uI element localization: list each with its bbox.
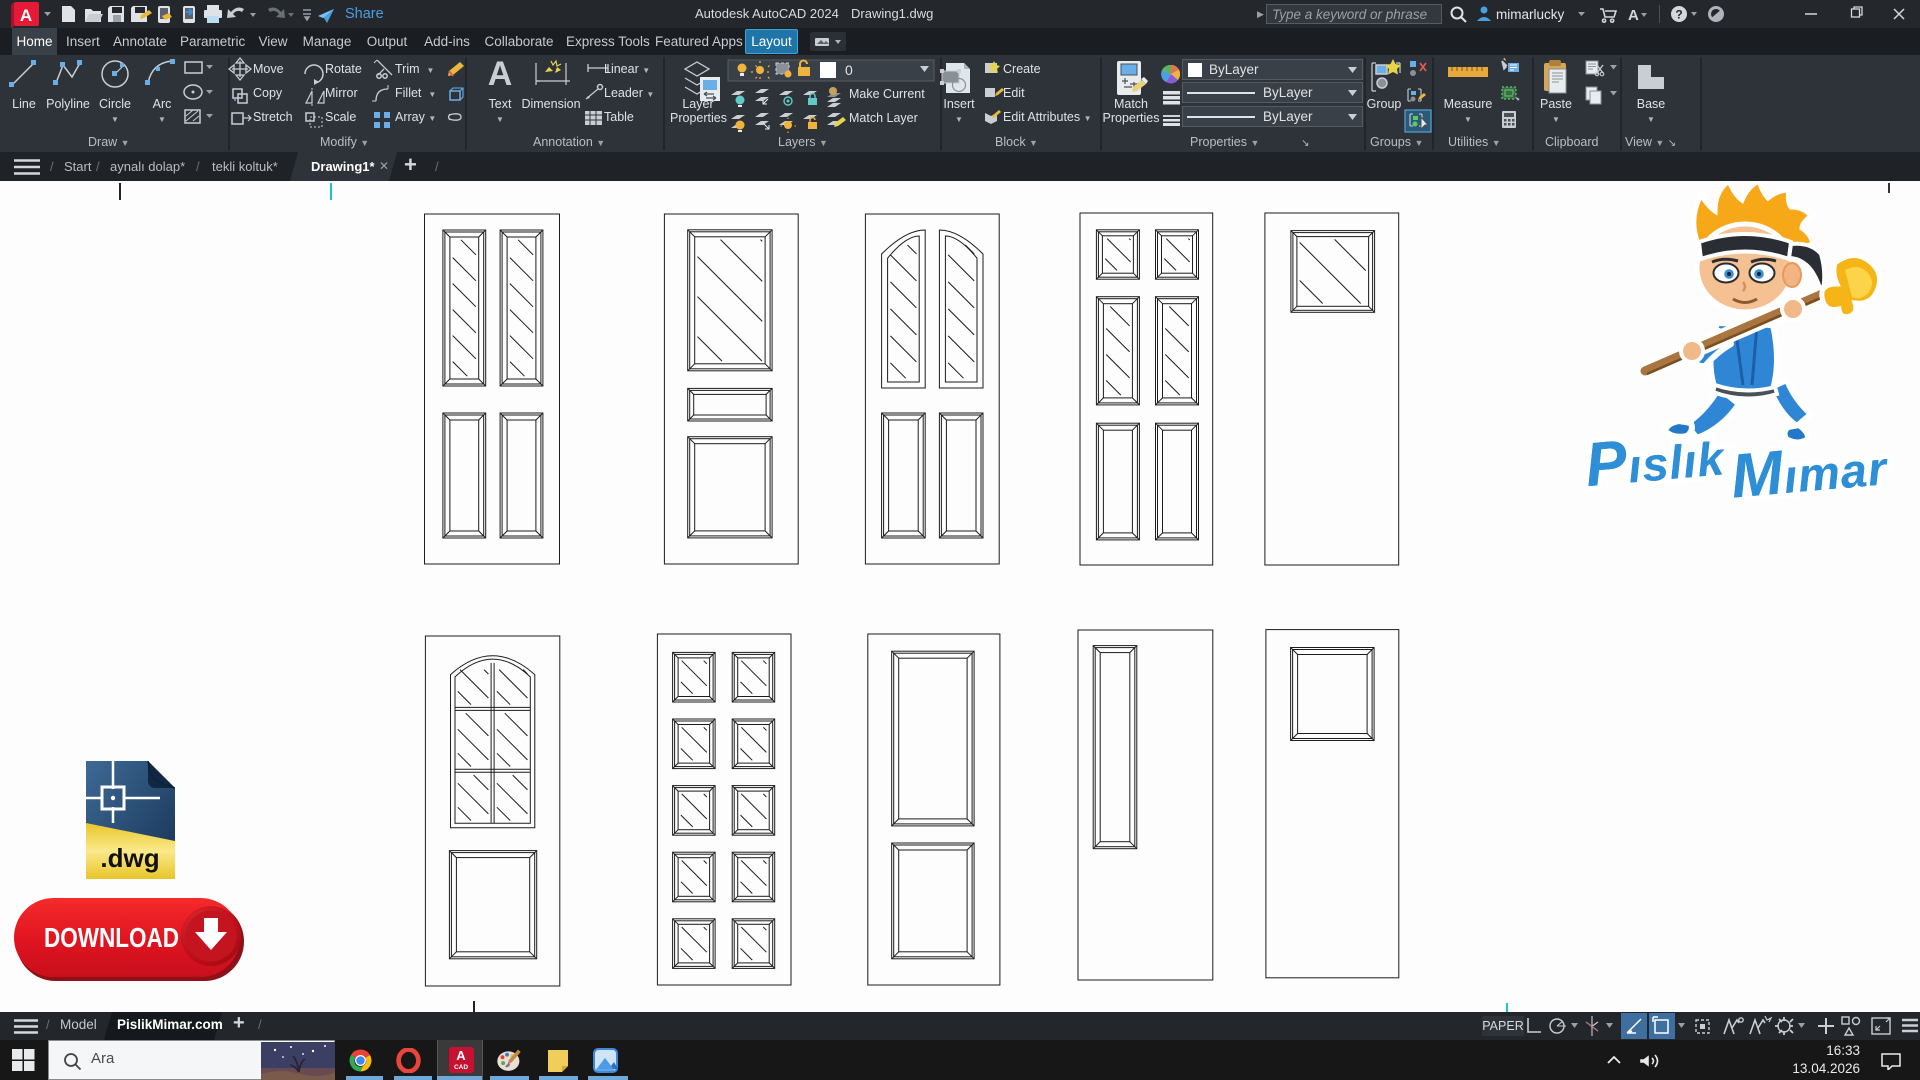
svg-text:CAD: CAD xyxy=(454,1064,468,1071)
svg-text:A: A xyxy=(20,6,32,25)
svg-text:Pıslık: Pıslık xyxy=(1583,419,1729,500)
svg-text:A: A xyxy=(456,1048,466,1063)
svg-text:mimarlucky: mimarlucky xyxy=(1496,7,1565,22)
svg-text:0: 0 xyxy=(845,62,853,78)
svg-text:DOWNLOAD: DOWNLOAD xyxy=(44,922,179,953)
svg-text:Mımar: Mımar xyxy=(1728,429,1891,511)
svg-text:A: A xyxy=(1628,7,1639,24)
svg-text:.dwg: .dwg xyxy=(100,843,159,873)
svg-text:?: ? xyxy=(1675,8,1682,22)
svg-text:A: A xyxy=(488,55,513,93)
